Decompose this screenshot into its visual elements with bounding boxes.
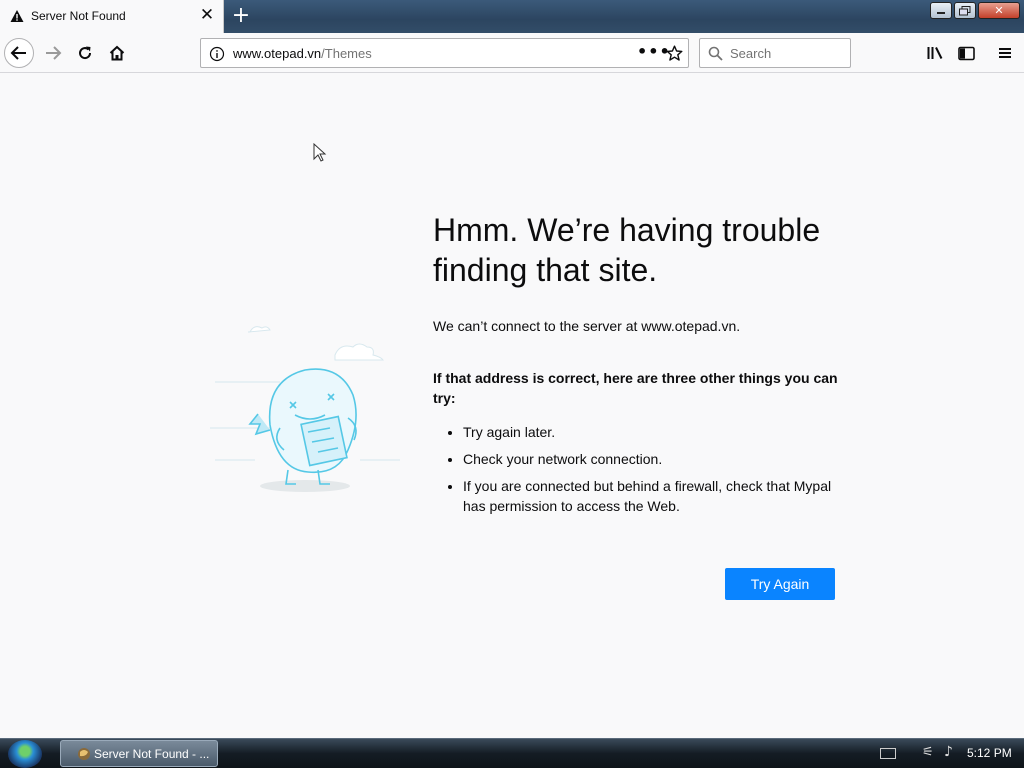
sidebar-button[interactable] bbox=[951, 38, 981, 68]
home-button[interactable] bbox=[102, 38, 132, 68]
tab-close-icon[interactable]: ✕ bbox=[198, 6, 216, 24]
taskbar-item-browser[interactable]: Server Not Found - ... bbox=[60, 740, 218, 767]
search-bar[interactable] bbox=[699, 38, 851, 68]
bookmark-star-icon[interactable] bbox=[666, 45, 683, 62]
reload-icon bbox=[79, 46, 92, 60]
tab-title: Server Not Found bbox=[31, 9, 126, 23]
warning-icon bbox=[10, 10, 24, 22]
browser-app-icon bbox=[78, 748, 90, 760]
list-item: Check your network connection. bbox=[463, 449, 833, 469]
close-icon[interactable]: ✕ bbox=[978, 2, 1020, 19]
sidebar-icon bbox=[957, 46, 975, 60]
new-tab-button[interactable]: + bbox=[230, 5, 252, 27]
minimize-icon[interactable] bbox=[930, 2, 952, 19]
hamburger-menu-icon bbox=[999, 48, 1011, 58]
forward-arrow-icon bbox=[46, 46, 62, 60]
taskbar-item-label: Server Not Found - ... bbox=[94, 747, 210, 761]
url-path: /Themes bbox=[321, 46, 372, 61]
error-heading: Hmm. We’re having trouble finding that s… bbox=[433, 212, 821, 288]
error-description: We can’t connect to the server at www.ot… bbox=[433, 318, 741, 334]
nav-bar: www.otepad.vn/Themes ••• bbox=[0, 33, 1024, 73]
info-icon[interactable] bbox=[209, 46, 225, 62]
title-bar: Server Not Found ✕ + ✕ bbox=[0, 0, 1024, 33]
taskbar: Server Not Found - ... ⚟ ♪ 5:12 PM bbox=[0, 738, 1024, 768]
window-controls: ✕ bbox=[930, 2, 1020, 22]
menu-button[interactable] bbox=[990, 38, 1020, 68]
advice-title: If that address is correct, here are thr… bbox=[433, 370, 838, 406]
list-item: If you are connected but behind a firewa… bbox=[463, 476, 833, 516]
try-again-button[interactable]: Try Again bbox=[725, 568, 835, 600]
back-button[interactable] bbox=[4, 38, 34, 68]
tips-list: Try again later. Check your network conn… bbox=[433, 422, 833, 523]
error-illustration bbox=[210, 326, 400, 492]
search-icon bbox=[708, 46, 723, 61]
url-domain: www.otepad.vn bbox=[233, 46, 322, 61]
url-text[interactable]: www.otepad.vn/Themes bbox=[233, 46, 372, 61]
tab-server-not-found[interactable]: Server Not Found ✕ bbox=[0, 0, 224, 33]
home-icon bbox=[109, 45, 125, 61]
cloud-illustration bbox=[247, 326, 384, 361]
search-input[interactable] bbox=[730, 44, 840, 62]
list-item: Try again later. bbox=[463, 422, 833, 442]
forward-button[interactable] bbox=[38, 38, 68, 68]
back-arrow-icon bbox=[10, 46, 26, 60]
library-icon bbox=[927, 47, 943, 59]
volume-icon[interactable]: ♪ bbox=[944, 744, 953, 760]
restore-icon[interactable] bbox=[954, 2, 976, 19]
library-button[interactable] bbox=[920, 38, 950, 68]
reload-button[interactable] bbox=[70, 38, 100, 68]
start-button[interactable] bbox=[8, 740, 42, 768]
clock[interactable]: 5:12 PM bbox=[967, 746, 1012, 760]
monster-icon bbox=[248, 368, 357, 485]
network-icon[interactable]: ⚟ bbox=[922, 745, 934, 760]
mouse-cursor-icon bbox=[313, 143, 327, 162]
url-bar[interactable]: www.otepad.vn/Themes ••• bbox=[200, 38, 689, 68]
keyboard-icon[interactable] bbox=[880, 748, 896, 759]
